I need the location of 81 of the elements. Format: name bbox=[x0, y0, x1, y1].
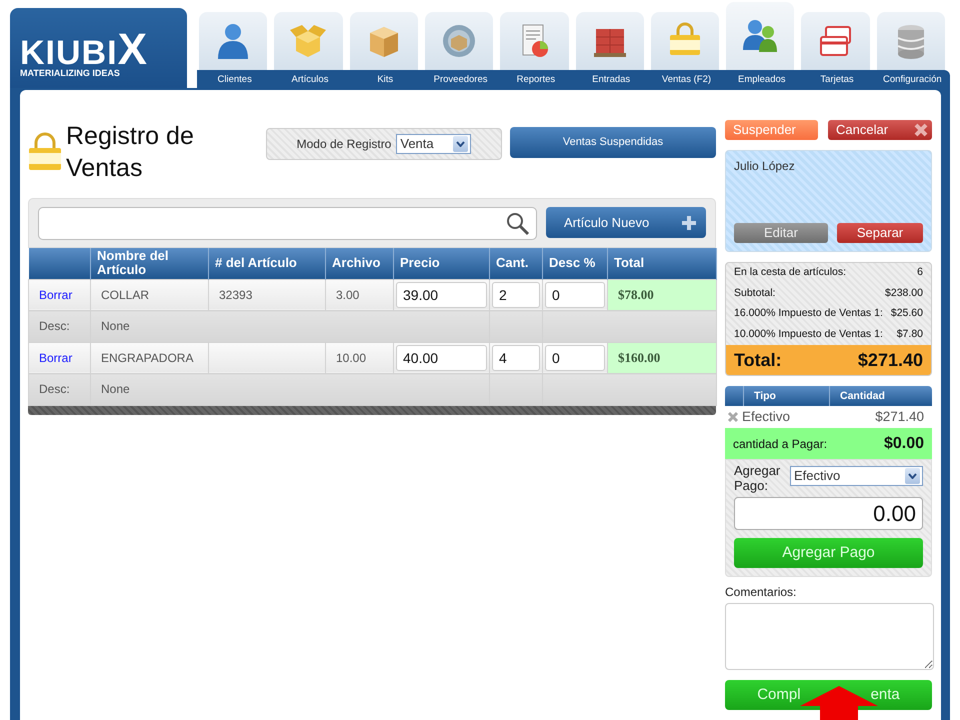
amount-due-value: $0.00 bbox=[884, 434, 924, 454]
total-cell: $78.00 bbox=[608, 279, 716, 310]
tab-label[interactable]: Clientes bbox=[197, 70, 272, 90]
summary-label: Subtotal: bbox=[734, 286, 776, 301]
nav-tab[interactable] bbox=[650, 12, 720, 70]
close-icon bbox=[727, 411, 739, 424]
nav-tab[interactable] bbox=[199, 12, 268, 70]
quantity-field[interactable]: 4 bbox=[492, 344, 540, 371]
total-label: Total: bbox=[734, 348, 782, 372]
summary-label: 16.000% Impuesto de Ventas 1: bbox=[734, 306, 883, 322]
tab-label[interactable]: Entradas bbox=[574, 70, 649, 90]
new-item-button[interactable]: Artículo Nuevo bbox=[546, 207, 706, 238]
tab-label[interactable]: Configuración bbox=[874, 70, 950, 90]
summary-value: $238.00 bbox=[885, 286, 923, 301]
add-payment-label: Agregar Pago: bbox=[734, 463, 782, 493]
nav-tab[interactable] bbox=[500, 12, 569, 70]
tab-label[interactable]: Empleados bbox=[724, 70, 800, 90]
search-icon bbox=[506, 212, 530, 236]
bag-icon bbox=[28, 132, 62, 172]
summary-label: En la cesta de artículos: bbox=[734, 265, 846, 280]
summary-value: $7.80 bbox=[896, 326, 923, 342]
nav-tab[interactable] bbox=[726, 2, 794, 70]
detach-button[interactable]: Separar bbox=[837, 223, 923, 243]
discount-field[interactable]: 0 bbox=[545, 282, 605, 308]
desc-cell: None bbox=[90, 310, 490, 342]
item-name-cell: ENGRAPADORA bbox=[90, 342, 208, 374]
item-number-cell: 32393 bbox=[208, 279, 326, 310]
cancel-button[interactable]: Cancelar bbox=[828, 120, 932, 140]
comments-field[interactable] bbox=[725, 603, 934, 670]
column-header: Total bbox=[608, 248, 716, 279]
column-header: # del Artículo bbox=[208, 248, 326, 279]
column-header: Nombre del Artículo bbox=[90, 248, 208, 279]
nav-tab[interactable] bbox=[424, 12, 494, 70]
tab-label[interactable]: Proveedores bbox=[422, 70, 498, 90]
total-cell: $160.00 bbox=[608, 342, 716, 374]
mode-select[interactable]: Venta bbox=[396, 134, 472, 154]
nav-tab[interactable] bbox=[576, 12, 644, 70]
total-value: $271.40 bbox=[858, 348, 923, 372]
caret-icon bbox=[908, 473, 917, 479]
search-field[interactable] bbox=[38, 207, 537, 240]
plus-icon bbox=[682, 216, 696, 230]
comments-label: Comentarios: bbox=[725, 584, 798, 601]
page-title: Registro de Ventas bbox=[66, 121, 195, 184]
nav-tab[interactable] bbox=[801, 12, 870, 70]
desc-label: Desc: bbox=[28, 374, 90, 405]
close-icon bbox=[914, 123, 928, 137]
tab-label[interactable]: Ventas (F2) bbox=[648, 70, 724, 90]
tab-label[interactable]: Tarjetas bbox=[799, 70, 875, 90]
amount-due-label: cantidad a Pagar: bbox=[733, 436, 828, 452]
nav-tab[interactable] bbox=[876, 12, 945, 70]
column-header: Precio bbox=[394, 248, 490, 279]
column-header: Tipo bbox=[744, 386, 830, 406]
desc-cell: None bbox=[90, 374, 490, 405]
payment-amount: $271.40 bbox=[875, 408, 924, 426]
payment-type: Efectivo bbox=[742, 408, 790, 426]
logo-tagline: MATERIALIZING IDEAS bbox=[20, 68, 121, 78]
quantity-field[interactable]: 2 bbox=[492, 282, 540, 308]
stock-cell: 10.00 bbox=[326, 342, 394, 374]
column-header: Desc % bbox=[542, 248, 608, 279]
price-field[interactable]: 40.00 bbox=[396, 344, 487, 371]
suspended-sales-button[interactable]: Ventas Suspendidas bbox=[510, 127, 716, 158]
payment-amount-field[interactable]: 0.00 bbox=[734, 497, 923, 530]
column-header: Cant. bbox=[490, 248, 542, 279]
customer-name: Julio López bbox=[734, 158, 796, 175]
nav-tab[interactable] bbox=[350, 12, 418, 70]
summary-value: 6 bbox=[917, 265, 923, 280]
stock-cell: 3.00 bbox=[326, 279, 394, 310]
column-header: Cantidad bbox=[839, 389, 886, 404]
tab-label[interactable]: Kits bbox=[348, 70, 423, 90]
tab-label[interactable]: Artículos bbox=[272, 70, 348, 90]
column-header: Archivo bbox=[326, 248, 394, 279]
discount-field[interactable]: 0 bbox=[545, 344, 605, 371]
tab-label[interactable]: Reportes bbox=[498, 70, 574, 90]
price-field[interactable]: 39.00 bbox=[396, 282, 487, 308]
payment-type-select[interactable]: Efectivo bbox=[790, 466, 923, 486]
desc-label: Desc: bbox=[28, 310, 90, 342]
item-name-cell: COLLAR bbox=[90, 279, 208, 310]
mode-label: Modo de Registro bbox=[296, 136, 392, 153]
caret-icon bbox=[456, 141, 466, 147]
summary-label: 10.000% Impuesto de Ventas 1: bbox=[734, 326, 883, 342]
summary-value: $25.60 bbox=[890, 306, 923, 322]
